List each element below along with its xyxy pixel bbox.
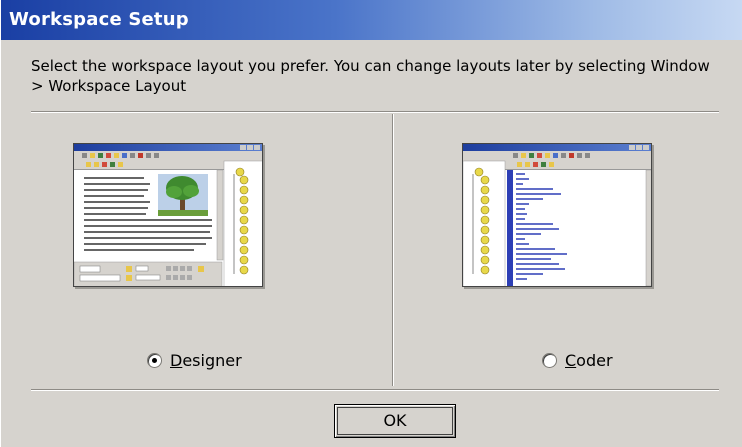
- designer-label: Designer: [170, 351, 242, 370]
- vertical-divider: [392, 114, 394, 386]
- coder-label-rest: oder: [576, 351, 613, 370]
- designer-mnemonic: D: [170, 351, 183, 370]
- dialog-title: Workspace Setup: [9, 9, 189, 30]
- designer-preview-content: [74, 160, 262, 286]
- designer-layout-preview[interactable]: [73, 143, 263, 287]
- workspace-setup-dialog: Workspace Setup Select the workspace lay…: [0, 0, 742, 447]
- bottom-divider: [31, 389, 719, 391]
- coder-layout-preview[interactable]: [462, 143, 652, 287]
- designer-label-rest: esigner: [182, 351, 242, 370]
- instructions-text: Select the workspace layout you prefer. …: [31, 57, 710, 95]
- designer-radio-option[interactable]: Designer: [147, 351, 242, 370]
- ok-button[interactable]: OK: [334, 404, 456, 438]
- coder-mnemonic: C: [565, 351, 577, 370]
- designer-radio-button[interactable]: [147, 353, 162, 368]
- coder-radio-option[interactable]: Coder: [542, 351, 613, 370]
- coder-label: Coder: [565, 351, 613, 370]
- title-bar[interactable]: Workspace Setup: [1, 0, 742, 40]
- coder-preview-content: [463, 160, 651, 286]
- top-divider: [31, 111, 719, 113]
- coder-radio-button[interactable]: [542, 353, 557, 368]
